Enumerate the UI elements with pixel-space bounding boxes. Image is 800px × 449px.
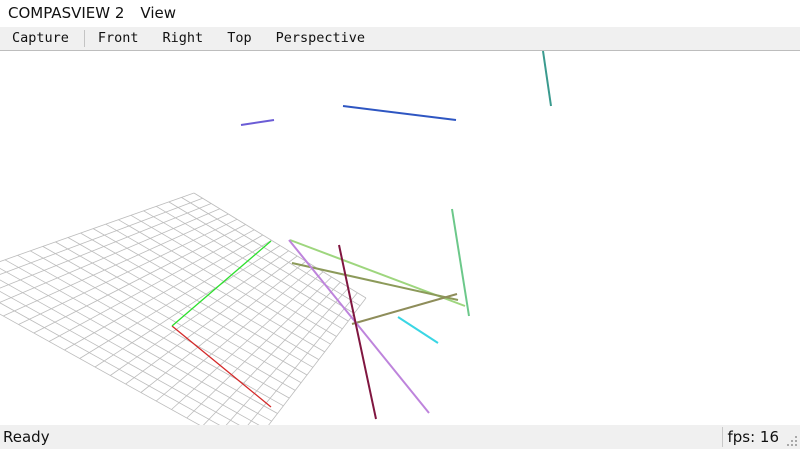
3d-viewport[interactable]	[0, 51, 800, 425]
line-segment-blue	[342, 105, 457, 121]
x-axis-line	[171, 325, 272, 408]
capture-button[interactable]: Capture	[0, 27, 83, 50]
app-title-menu[interactable]: COMPASVIEW 2	[0, 0, 132, 27]
fps-value: 16	[759, 428, 779, 446]
grid-line	[0, 197, 203, 275]
toolbar: Capture Front Right Top Perspective	[0, 27, 800, 51]
front-view-button[interactable]: Front	[86, 27, 151, 50]
menu-bar: COMPASVIEW 2 View	[0, 0, 800, 27]
status-bar: Ready fps: 16	[0, 425, 800, 449]
line-segment-teal	[542, 51, 552, 107]
line-segment-olive-bottom	[351, 293, 458, 325]
line-segment-olive-top	[291, 262, 459, 301]
size-grip-icon[interactable]	[786, 435, 798, 447]
grid-line	[0, 192, 195, 262]
view-menu[interactable]: View	[132, 0, 184, 27]
y-axis-line	[171, 240, 272, 327]
line-segment-indigo	[240, 119, 275, 126]
fps-label: fps:	[727, 428, 756, 446]
status-separator	[722, 427, 724, 447]
top-view-button[interactable]: Top	[215, 27, 263, 50]
toolbar-separator	[83, 30, 85, 47]
status-text: Ready	[3, 428, 50, 446]
ground-grid	[0, 192, 367, 425]
line-segment-cyan	[397, 316, 439, 344]
right-view-button[interactable]: Right	[151, 27, 216, 50]
perspective-view-button[interactable]: Perspective	[264, 27, 377, 50]
scene-canvas[interactable]	[0, 51, 800, 425]
